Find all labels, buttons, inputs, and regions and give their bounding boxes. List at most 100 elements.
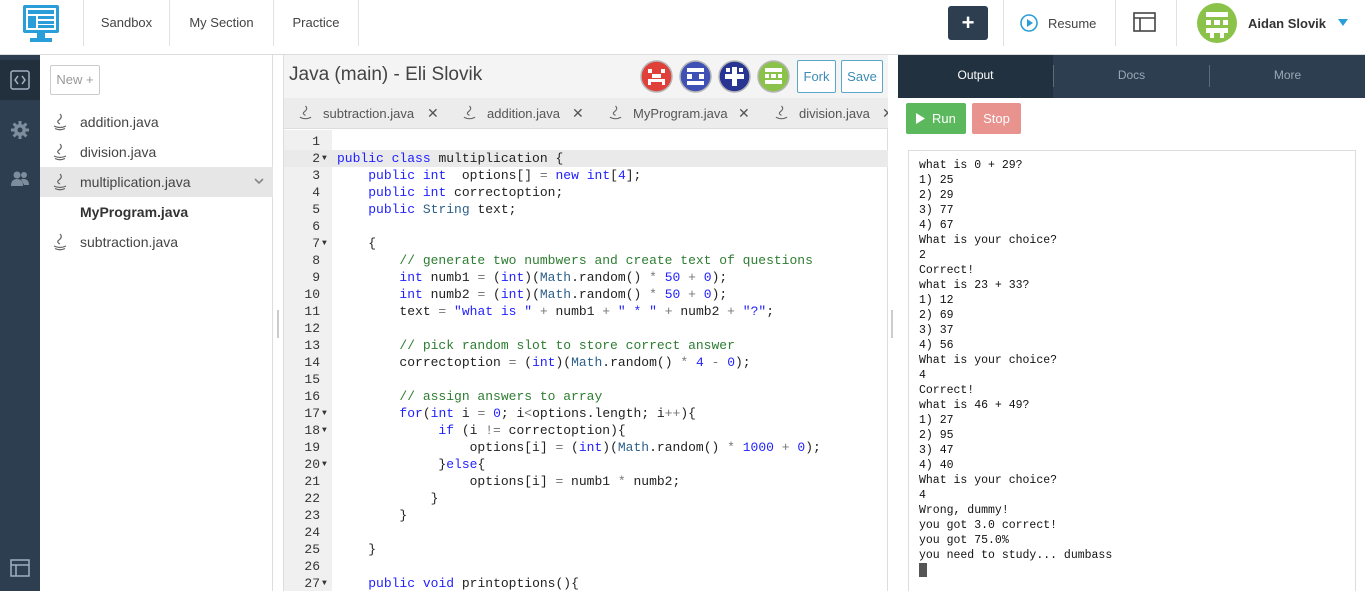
code-line: 27 ▼ public void printoptions(){ [304, 576, 579, 591]
nav-practice[interactable]: Practice [273, 0, 359, 46]
console-line: 2) 29 [919, 189, 954, 202]
tab-more[interactable]: More [1210, 55, 1365, 98]
code-line: 5 public String text; [312, 202, 517, 217]
code-line: 19 options[i] = (int)(Math.random() * 10… [304, 440, 821, 455]
user-avatar[interactable] [1197, 3, 1237, 43]
tab-output[interactable]: Output [898, 55, 1053, 98]
close-icon[interactable]: ✕ [882, 105, 888, 122]
resume-button[interactable]: Resume [1003, 0, 1115, 46]
file-item-division[interactable]: division.java [40, 137, 273, 167]
console-line: What is your choice? [919, 474, 1058, 487]
file-item-subtraction[interactable]: subtraction.java [40, 227, 273, 257]
editor-header: Java (main) - Eli Slovik Fork Save [284, 55, 888, 98]
code-view-button[interactable] [0, 60, 40, 100]
code-area[interactable]: 1 2 ▼ public class multiplication { 3 publ… [284, 133, 888, 592]
file-name: addition.java [80, 114, 159, 130]
code-brackets-icon [10, 70, 30, 90]
save-button[interactable]: Save [841, 60, 883, 93]
console-line: 4) 56 [919, 339, 954, 352]
window-layout-icon [1133, 12, 1156, 32]
run-label: Run [932, 111, 956, 126]
code-line: 21 options[i] = numb1 * numb2; [304, 474, 681, 489]
console-line: you need to study... dumbass [919, 549, 1113, 562]
code-line: 12 [304, 321, 320, 336]
console-line: 4 [919, 489, 926, 502]
code-line: 16 // assign answers to array [304, 389, 603, 404]
console-line: 3) 47 [919, 444, 954, 457]
settings-button[interactable] [0, 110, 40, 150]
code-line: 24 [304, 525, 320, 540]
code-line: 14 correctoption = (int)(Math.random() *… [304, 355, 751, 370]
play-circle-icon [1020, 14, 1038, 32]
java-file-icon [299, 105, 312, 120]
tab-label: addition.java [487, 106, 560, 121]
fold-arrow-icon: ▼ [322, 239, 327, 248]
collaborator-avatar[interactable] [679, 60, 712, 93]
java-file-icon [609, 105, 622, 120]
code-editor-panel: Java (main) - Eli Slovik Fork Save subtr… [283, 55, 888, 591]
collaborators-button[interactable] [0, 159, 40, 199]
code-line: 7 ▼ { [312, 236, 377, 251]
code-line: 15 [304, 372, 320, 387]
codehs-logo-icon[interactable] [22, 4, 60, 44]
code-line: 2 ▼ public class multiplication { [284, 150, 888, 167]
console-line: you got 75.0% [919, 534, 1009, 547]
tab-subtraction[interactable]: subtraction.java ✕ [290, 98, 448, 128]
tab-division[interactable]: division.java ✕ [766, 98, 888, 128]
console-line: what is 46 + 49? [919, 399, 1030, 412]
code-line: 22 } [304, 491, 439, 506]
code-line: 6 [312, 219, 320, 234]
console-output[interactable]: what is 0 + 29? 1) 25 2) 29 3) 77 4) 67 What … [908, 150, 1356, 591]
new-file-button[interactable]: New + [50, 65, 100, 95]
tab-addition[interactable]: addition.java ✕ [454, 98, 594, 128]
tab-label: division.java [799, 106, 870, 121]
close-icon[interactable]: ✕ [427, 105, 439, 122]
code-line: 3 public int options[] = new int[4]; [312, 168, 642, 183]
tab-myprogram[interactable]: MyProgram.java ✕ [600, 98, 760, 128]
fold-arrow-icon: ▼ [322, 579, 327, 588]
collaborator-avatar[interactable] [718, 60, 751, 93]
create-plus-button[interactable]: + [948, 6, 988, 40]
console-line: what is 0 + 29? [919, 159, 1023, 172]
console-cursor[interactable] [919, 563, 927, 577]
stop-button[interactable]: Stop [972, 103, 1021, 134]
chevron-down-icon[interactable] [254, 178, 264, 185]
program-title: Java (main) - Eli Slovik [289, 64, 483, 85]
tab-docs[interactable]: Docs [1054, 55, 1209, 98]
resize-handle-right[interactable] [891, 310, 893, 338]
panel-layout-button[interactable] [0, 548, 40, 588]
fold-arrow-icon: ▼ [322, 409, 327, 418]
collaborator-avatar[interactable] [640, 60, 673, 93]
run-button[interactable]: Run [906, 103, 966, 134]
file-tabs: subtraction.java ✕ addition.java ✕ MyPro… [284, 98, 888, 129]
close-icon[interactable]: ✕ [738, 105, 750, 122]
code-line: 10 int numb2 = (int)(Math.random() * 50 … [304, 287, 728, 302]
code-line: 26 [304, 559, 320, 574]
top-bar: Sandbox My Section Practice + Resume Aid… [0, 0, 1365, 55]
layout-toggle-button[interactable] [1115, 0, 1177, 46]
collaborator-avatar[interactable] [757, 60, 790, 93]
gear-icon [11, 121, 29, 139]
java-file-icon [775, 105, 788, 120]
file-name: division.java [80, 144, 157, 160]
console-line: What is your choice? [919, 234, 1058, 247]
user-menu-caret-icon[interactable] [1338, 19, 1348, 26]
resize-handle-left[interactable] [277, 310, 279, 338]
console-line: 1) 27 [919, 414, 954, 427]
console-line: 1) 12 [919, 294, 954, 307]
username[interactable]: Aidan Slovik [1248, 16, 1326, 31]
java-file-icon [53, 233, 67, 251]
fold-arrow-icon: ▼ [322, 460, 327, 469]
console-line: Wrong, dummy! [919, 504, 1009, 517]
file-item-addition[interactable]: addition.java [40, 107, 273, 137]
code-line: 17 ▼ for(int i = 0; i<options.length; i++… [304, 406, 696, 421]
close-icon[interactable]: ✕ [572, 105, 584, 122]
nav-my-section[interactable]: My Section [169, 0, 273, 46]
tab-label: MyProgram.java [633, 106, 728, 121]
file-item-multiplication[interactable]: multiplication.java [40, 167, 273, 197]
fold-arrow-icon: ▼ [322, 426, 327, 435]
nav-sandbox[interactable]: Sandbox [83, 0, 169, 46]
file-item-myprogram[interactable]: MyProgram.java [40, 197, 273, 227]
fork-button[interactable]: Fork [797, 60, 836, 93]
java-file-icon [463, 105, 476, 120]
